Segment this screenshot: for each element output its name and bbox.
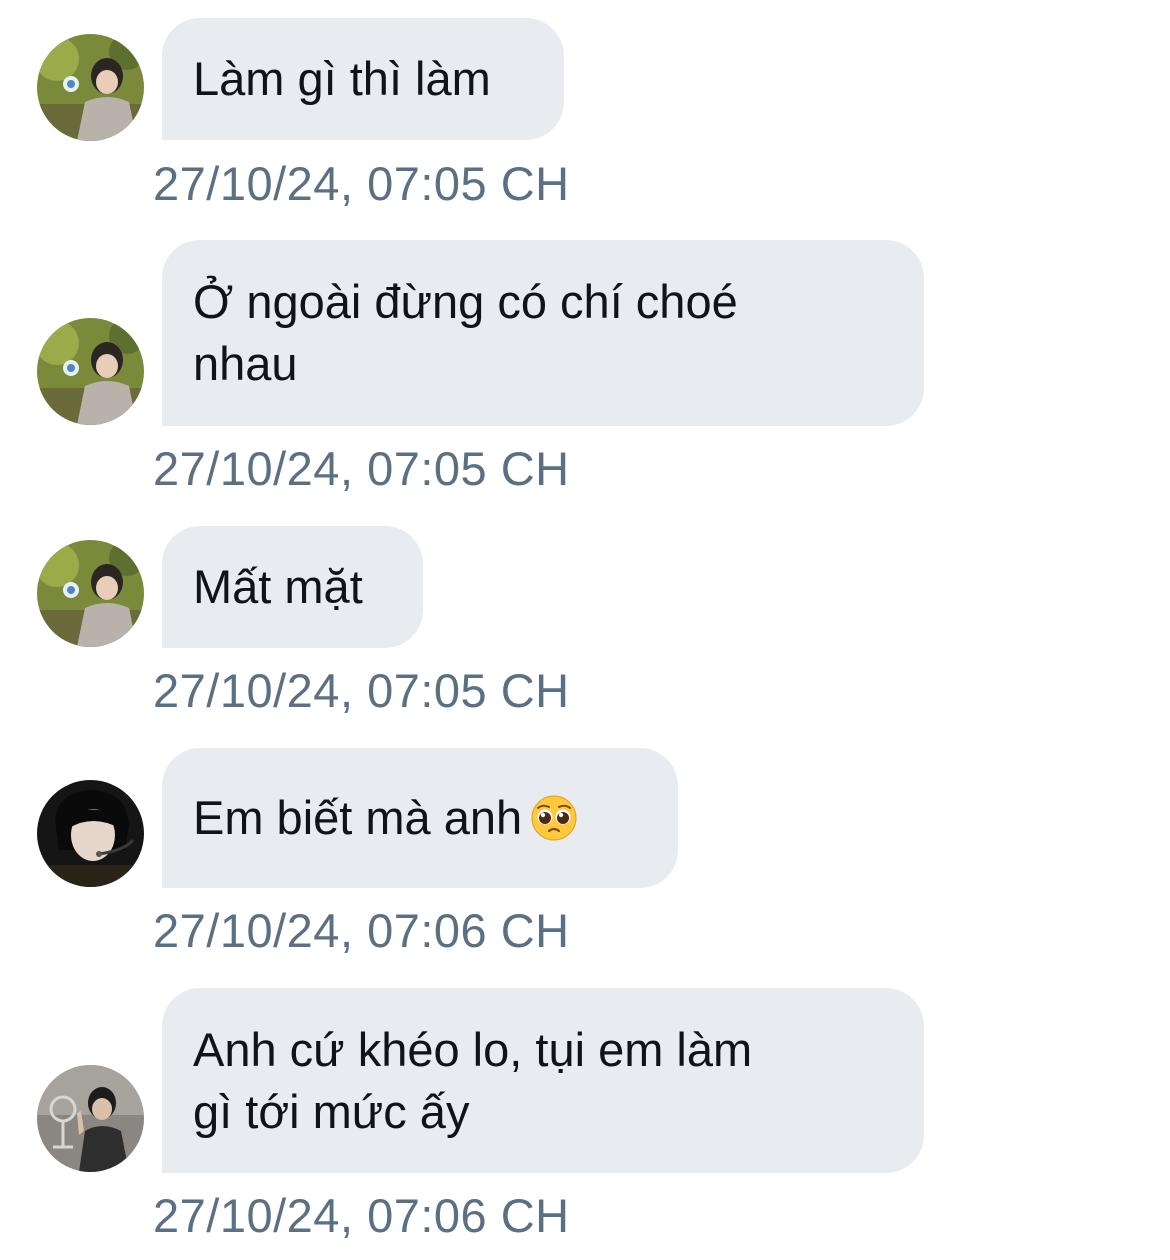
message-timestamp: 27/10/24, 07:05 CH: [153, 157, 570, 210]
pleading-face-emoji: [531, 795, 577, 841]
message-bubble[interactable]: Làm gì thì làm: [162, 18, 564, 140]
profile-photo: [37, 540, 144, 647]
avatar[interactable]: [37, 34, 144, 141]
message-bubble[interactable]: Mất mặt: [162, 526, 423, 648]
message-bubble[interactable]: Em biết mà anh: [162, 748, 678, 888]
message-timestamp: 27/10/24, 07:06 CH: [153, 1189, 570, 1242]
profile-photo: [37, 318, 144, 425]
message-text: Làm gì thì làm: [193, 52, 491, 105]
profile-photo: [37, 1065, 144, 1172]
message-text: Anh cứ khéo lo, tụi em làm gì tới mức ấy: [193, 1022, 753, 1138]
message-timestamp: 27/10/24, 07:05 CH: [153, 442, 570, 495]
message-text: Em biết mà anh: [193, 791, 523, 844]
avatar[interactable]: [37, 318, 144, 425]
avatar[interactable]: [37, 540, 144, 647]
profile-photo: [37, 780, 144, 887]
message-timestamp: 27/10/24, 07:06 CH: [153, 904, 570, 957]
avatar[interactable]: [37, 1065, 144, 1172]
profile-photo: [37, 34, 144, 141]
message-bubble[interactable]: Anh cứ khéo lo, tụi em làm gì tới mức ấy: [162, 988, 924, 1173]
avatar[interactable]: [37, 780, 144, 887]
message-bubble[interactable]: Ở ngoài đừng có chí choé nhau: [162, 240, 924, 426]
message-timestamp: 27/10/24, 07:05 CH: [153, 664, 570, 717]
message-text: Ở ngoài đừng có chí choé nhau: [193, 275, 738, 390]
message-text: Mất mặt: [193, 560, 363, 613]
